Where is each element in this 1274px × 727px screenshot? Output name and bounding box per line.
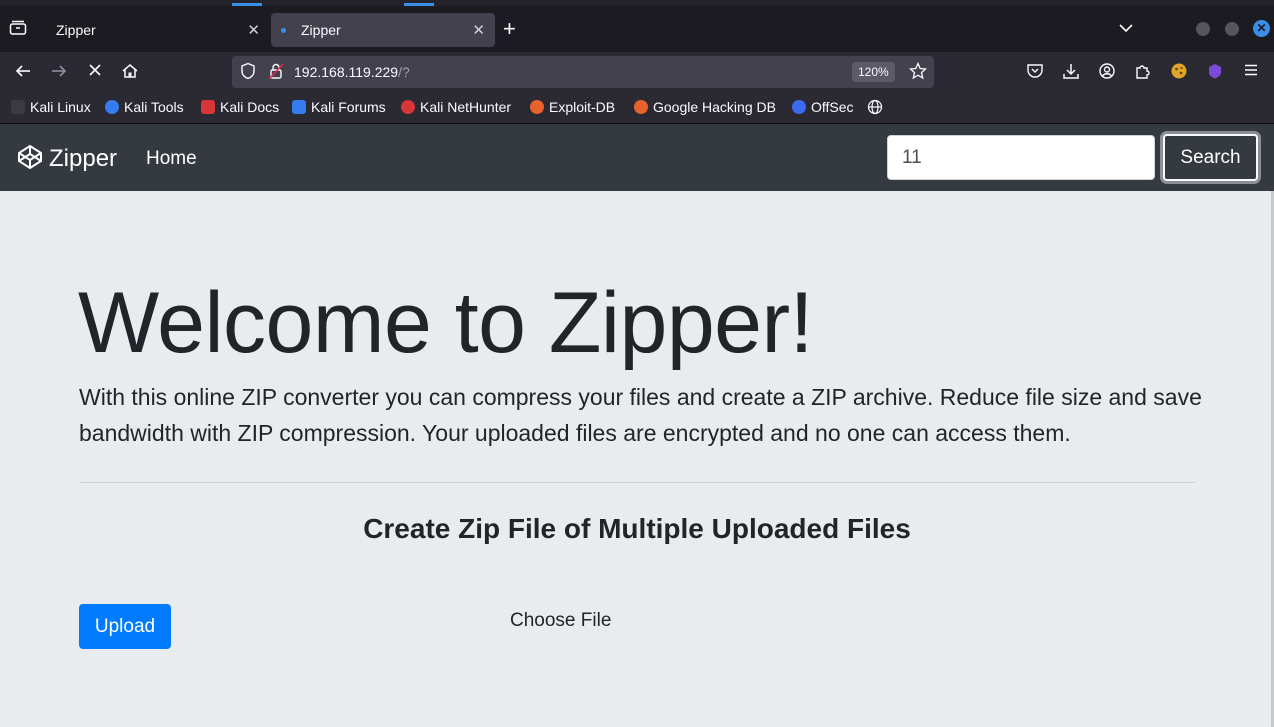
bookmark-label: Kali Tools bbox=[124, 99, 184, 115]
kali-nethunter-icon bbox=[401, 100, 415, 114]
chevron-down-icon[interactable] bbox=[1118, 20, 1134, 41]
nav-home-link[interactable]: Home bbox=[146, 148, 197, 170]
cookie-extension-icon[interactable] bbox=[1169, 62, 1189, 82]
bookmark-label: Kali Forums bbox=[311, 99, 386, 115]
bookmark-kali-nethunter[interactable]: Kali NetHunter bbox=[401, 99, 511, 115]
bookmark-kali-linux[interactable]: Kali Linux bbox=[11, 99, 91, 115]
kali-forums-icon bbox=[292, 100, 306, 114]
bookmark-label: Google Hacking DB bbox=[653, 99, 776, 115]
search-button[interactable]: Search bbox=[1163, 134, 1258, 181]
back-arrow-icon[interactable] bbox=[13, 62, 33, 82]
site-brand[interactable]: Zipper bbox=[17, 144, 117, 173]
brand-label: Zipper bbox=[49, 145, 118, 172]
maximize-button[interactable] bbox=[1225, 22, 1239, 36]
section-heading: Create Zip File of Multiple Uploaded Fil… bbox=[363, 513, 911, 544]
extensions-puzzle-icon[interactable] bbox=[1133, 62, 1153, 82]
bookmark-offsec[interactable]: OffSec bbox=[792, 99, 854, 115]
hamburger-menu-icon[interactable] bbox=[1241, 62, 1261, 82]
downloads-icon[interactable] bbox=[1061, 62, 1081, 82]
bookmark-kali-tools[interactable]: Kali Tools bbox=[105, 99, 184, 115]
bookmark-google-hacking-db[interactable]: Google Hacking DB bbox=[634, 99, 776, 115]
pocket-icon[interactable] bbox=[1025, 62, 1045, 82]
insecure-lock-icon[interactable] bbox=[266, 62, 286, 82]
loading-indicator-icon bbox=[281, 28, 286, 33]
tab-title: Zipper bbox=[301, 22, 341, 38]
minimize-button[interactable] bbox=[1196, 22, 1210, 36]
close-window-button[interactable]: ✕ bbox=[1253, 20, 1270, 37]
bookmark-label: Exploit-DB bbox=[549, 99, 616, 115]
url-host: 192.168.119.229 bbox=[294, 64, 399, 80]
search-input[interactable] bbox=[887, 135, 1155, 180]
codepen-logo-icon bbox=[18, 145, 42, 169]
stop-loading-icon[interactable] bbox=[85, 62, 105, 82]
page-title: Welcome to Zipper! bbox=[78, 275, 814, 371]
close-tab-icon[interactable]: ✕ bbox=[472, 21, 485, 39]
web-page: Zipper Home Search Welcome to Zipper! Wi… bbox=[0, 124, 1274, 727]
address-bar[interactable]: 192.168.119.229/? 120% bbox=[232, 56, 934, 88]
tab-overview-icon[interactable] bbox=[9, 20, 29, 38]
bookmark-kali-forums[interactable]: Kali Forums bbox=[292, 99, 386, 115]
url-suffix: /? bbox=[398, 64, 410, 80]
exploit-db-icon bbox=[530, 100, 544, 114]
close-tab-icon[interactable]: ✕ bbox=[247, 21, 260, 39]
ghdb-icon bbox=[634, 100, 648, 114]
navigation-toolbar: 192.168.119.229/? 120% 8 bbox=[0, 52, 1274, 122]
divider bbox=[79, 482, 1195, 483]
globe-icon[interactable] bbox=[867, 99, 883, 115]
site-navbar: Zipper Home Search bbox=[0, 124, 1274, 191]
intro-paragraph: With this online ZIP converter you can c… bbox=[79, 384, 1202, 446]
tab-title: Zipper bbox=[56, 22, 96, 38]
zoom-level-badge[interactable]: 120% bbox=[852, 62, 895, 82]
tab-zipper-1[interactable]: Zipper ✕ bbox=[46, 13, 270, 47]
bookmark-label: Kali NetHunter bbox=[420, 99, 512, 115]
tracking-protection-shield-icon[interactable] bbox=[238, 62, 258, 82]
bookmark-star-icon[interactable] bbox=[908, 61, 928, 82]
tab-bar: Zipper ✕ Zipper ✕ + ✕ bbox=[0, 6, 1274, 52]
choose-file-button[interactable]: Choose File bbox=[510, 610, 611, 632]
bookmarks-toolbar: Kali Linux Kali Tools Kali Docs Kali For… bbox=[0, 92, 1274, 124]
url-text[interactable]: 192.168.119.229/? bbox=[294, 64, 410, 80]
kali-dragon-icon bbox=[11, 100, 25, 114]
bookmark-label: Kali Docs bbox=[220, 99, 280, 115]
upload-button[interactable]: Upload bbox=[79, 604, 171, 649]
new-tab-button[interactable]: + bbox=[503, 16, 516, 42]
account-icon[interactable] bbox=[1097, 62, 1117, 82]
forward-arrow-icon[interactable] bbox=[49, 62, 69, 82]
home-icon[interactable] bbox=[120, 62, 140, 82]
bookmark-label: Kali Linux bbox=[30, 99, 91, 115]
kali-tools-icon bbox=[105, 100, 119, 114]
tab-zipper-2[interactable]: Zipper ✕ bbox=[271, 13, 495, 47]
kali-docs-icon bbox=[201, 100, 215, 114]
offsec-icon bbox=[792, 100, 806, 114]
bookmark-label: OffSec bbox=[811, 99, 854, 115]
extension-shield-icon[interactable] bbox=[1205, 62, 1225, 82]
bookmark-kali-docs[interactable]: Kali Docs bbox=[201, 99, 279, 115]
bookmark-exploit-db[interactable]: Exploit-DB bbox=[530, 99, 615, 115]
